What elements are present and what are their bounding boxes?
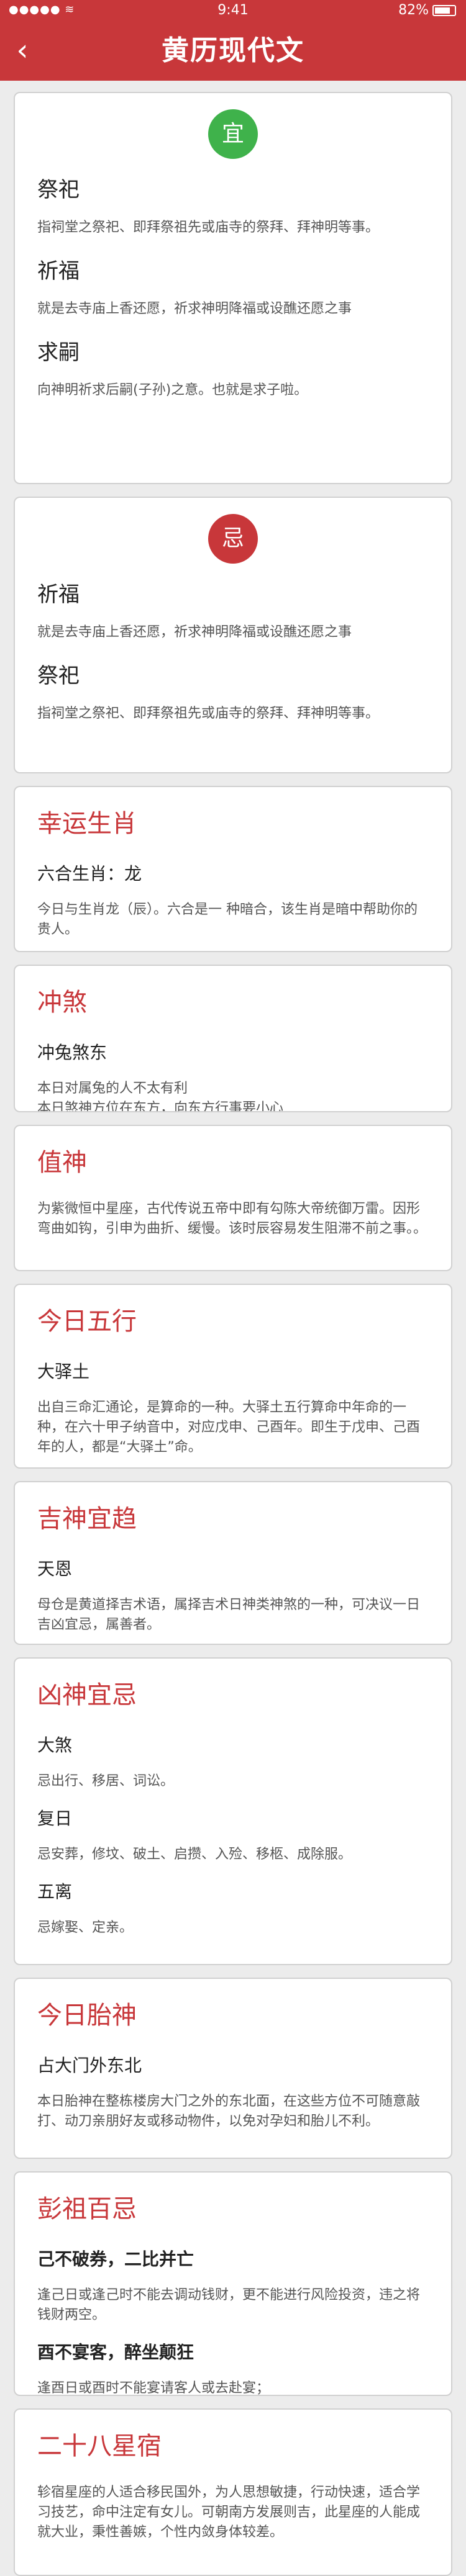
yi-item-desc: 指祠堂之祭祀、即拜祭祖先或庙寺的祭拜、拜神明等事。 [37, 220, 380, 235]
section-desc: 轸宿星座的人适合移民国外，为人思想敏捷，行动快速，适合学习技艺，命中注定有女儿。… [37, 2485, 421, 2540]
evil-god-desc: 忌安葬，修坟、破土、启攒、入殓、移柩、成除服。 [37, 1847, 352, 1862]
section-subtitle: 冲兔煞东 [37, 1042, 107, 1063]
ji-badge: 忌 [208, 514, 258, 564]
evil-god-name: 复日 [37, 1808, 73, 1829]
evil-gods-card: 凶神宜忌 大煞 忌出行、移居、词讼。 复日 忌安葬，修坟、破土、启攒、入殓、移柩… [14, 1657, 452, 1965]
good-gods-card: 吉神宜趋 天恩 母仓是黄道择吉术语，属择吉术日神类神煞的一种，可决议一日吉凶宜忌… [14, 1481, 452, 1645]
status-time: 9:41 [217, 2, 249, 18]
evil-god-name: 五离 [37, 1881, 73, 1902]
section-desc: 本日胎神在整栋楼房大门之外的东北面，在这些方位不可随意敲打、动刀亲朋好友或移动物… [37, 2094, 421, 2129]
clash-card: 冲煞 冲兔煞东 本日对属兔的人不太有利 本日煞神方位在东方，向东方行事要小心 [14, 965, 452, 1112]
section-desc: 出自三命汇通论，是算命的一种。大驿土五行算命中年命的一种，在六十甲子纳音中，对应… [37, 1400, 421, 1455]
section-title: 今日胎神 [37, 2001, 137, 2030]
section-title: 二十八星宿 [37, 2432, 162, 2461]
yi-card: 宜 祭祀 指祠堂之祭祀、即拜祭祖先或庙寺的祭拜、拜神明等事。 祈福 就是去寺庙上… [14, 92, 452, 484]
status-bar: ●●●●● ≋ 9:41 82% [0, 0, 466, 21]
lucky-zodiac-card: 幸运生肖 六合生肖：龙 今日与生肖龙（辰）。六合是一 种暗合，该生肖是暗中帮助你… [14, 786, 452, 952]
section-title: 今日五行 [37, 1307, 137, 1336]
section-desc: 为紫微恒中星座，古代传说五帝中即有勾陈大帝统御万雷。因形弯曲如钩，引申为曲折、缓… [37, 1201, 427, 1236]
content-cards: 宜 祭祀 指祠堂之祭祀、即拜祭祖先或庙寺的祭拜、拜神明等事。 祈福 就是去寺庙上… [0, 81, 466, 2576]
section-desc: 本日对属兔的人不太有利 本日煞神方位在东方，向东方行事要小心 [37, 1081, 284, 1112]
section-title: 冲煞 [37, 988, 87, 1017]
yi-item-desc: 就是去寺庙上香还愿，祈求神明降福或设醮还愿之事 [37, 301, 352, 317]
section-subtitle: 天恩 [37, 1559, 73, 1579]
ji-card: 忌 祈福 就是去寺庙上香还愿，祈求神明降福或设醮还愿之事 祭祀 指祠堂之祭祀、即… [14, 497, 452, 773]
pengzu-card: 彭祖百忌 己不破券，二比并亡 逢己日或逢己时不能去调动钱财，更不能进行风险投资，… [14, 2171, 452, 2396]
ji-item-title: 祈福 [37, 582, 80, 607]
section-title: 吉神宜趋 [37, 1505, 137, 1533]
pengzu-rule: 酉不宴客，醉坐颠狂 [37, 2342, 194, 2362]
section-title: 凶神宜忌 [37, 1681, 137, 1709]
pengzu-desc: 逢酉日或酉时不能宴请客人或去赴宴； [37, 2380, 270, 2396]
yi-item-title: 祈福 [37, 259, 80, 284]
section-desc: 今日与生肖龙（辰）。六合是一 种暗合，该生肖是暗中帮助你的贵人。 [37, 902, 418, 937]
section-subtitle: 六合生肖：龙 [37, 863, 142, 884]
yi-item-desc: 向神明祈求后嗣(子孙)之意。也就是求子啦。 [37, 382, 308, 398]
back-chevron-icon[interactable]: ‹ [9, 35, 36, 66]
evil-god-desc: 忌嫁娶、定亲。 [37, 1920, 134, 1935]
section-subtitle: 大驿土 [37, 1361, 90, 1382]
section-desc: 母仓是黄道择吉术语，属择吉术日神类神煞的一种，可决议一日吉凶宜忌，属善者。 [37, 1597, 421, 1633]
section-title: 值神 [37, 1148, 87, 1177]
yi-item-title: 求嗣 [37, 340, 80, 365]
mansion-card: 二十八星宿 轸宿星座的人适合移民国外，为人思想敏捷，行动快速，适合学习技艺，命中… [14, 2408, 452, 2576]
yi-badge: 宜 [208, 109, 258, 159]
section-title: 彭祖百忌 [37, 2195, 137, 2223]
page-title: 黄历现代文 [162, 35, 304, 66]
pengzu-desc: 逢己日或逢己时不能去调动钱财，更不能进行风险投资，违之将钱财两空。 [37, 2287, 421, 2323]
ji-item-desc: 就是去寺庙上香还愿，祈求神明降福或设醮还愿之事 [37, 624, 352, 640]
nav-bar: ‹ 黄历现代文 [0, 21, 466, 81]
battery-status: 82% [398, 2, 456, 18]
ji-item-title: 祭祀 [37, 664, 80, 688]
section-subtitle: 占大门外东北 [37, 2055, 142, 2076]
ji-item-desc: 指祠堂之祭祀、即拜祭祖先或庙寺的祭拜、拜神明等事。 [37, 706, 380, 721]
yi-item-title: 祭祀 [37, 178, 80, 202]
five-elements-card: 今日五行 大驿土 出自三命汇通论，是算命的一种。大驿土五行算命中年命的一种，在六… [14, 1284, 452, 1469]
evil-god-name: 大煞 [37, 1735, 73, 1755]
duty-god-card: 值神 为紫微恒中星座，古代传说五帝中即有勾陈大帝统御万雷。因形弯曲如钩，引申为曲… [14, 1125, 452, 1271]
battery-percent: 82% [398, 2, 429, 18]
pengzu-rule: 己不破券，二比并亡 [37, 2249, 194, 2269]
fetal-god-card: 今日胎神 占大门外东北 本日胎神在整栋楼房大门之外的东北面，在这些方位不可随意敲… [14, 1978, 452, 2159]
battery-icon [432, 5, 456, 16]
section-title: 幸运生肖 [37, 809, 137, 838]
evil-god-desc: 忌出行、移居、词讼。 [37, 1773, 175, 1789]
